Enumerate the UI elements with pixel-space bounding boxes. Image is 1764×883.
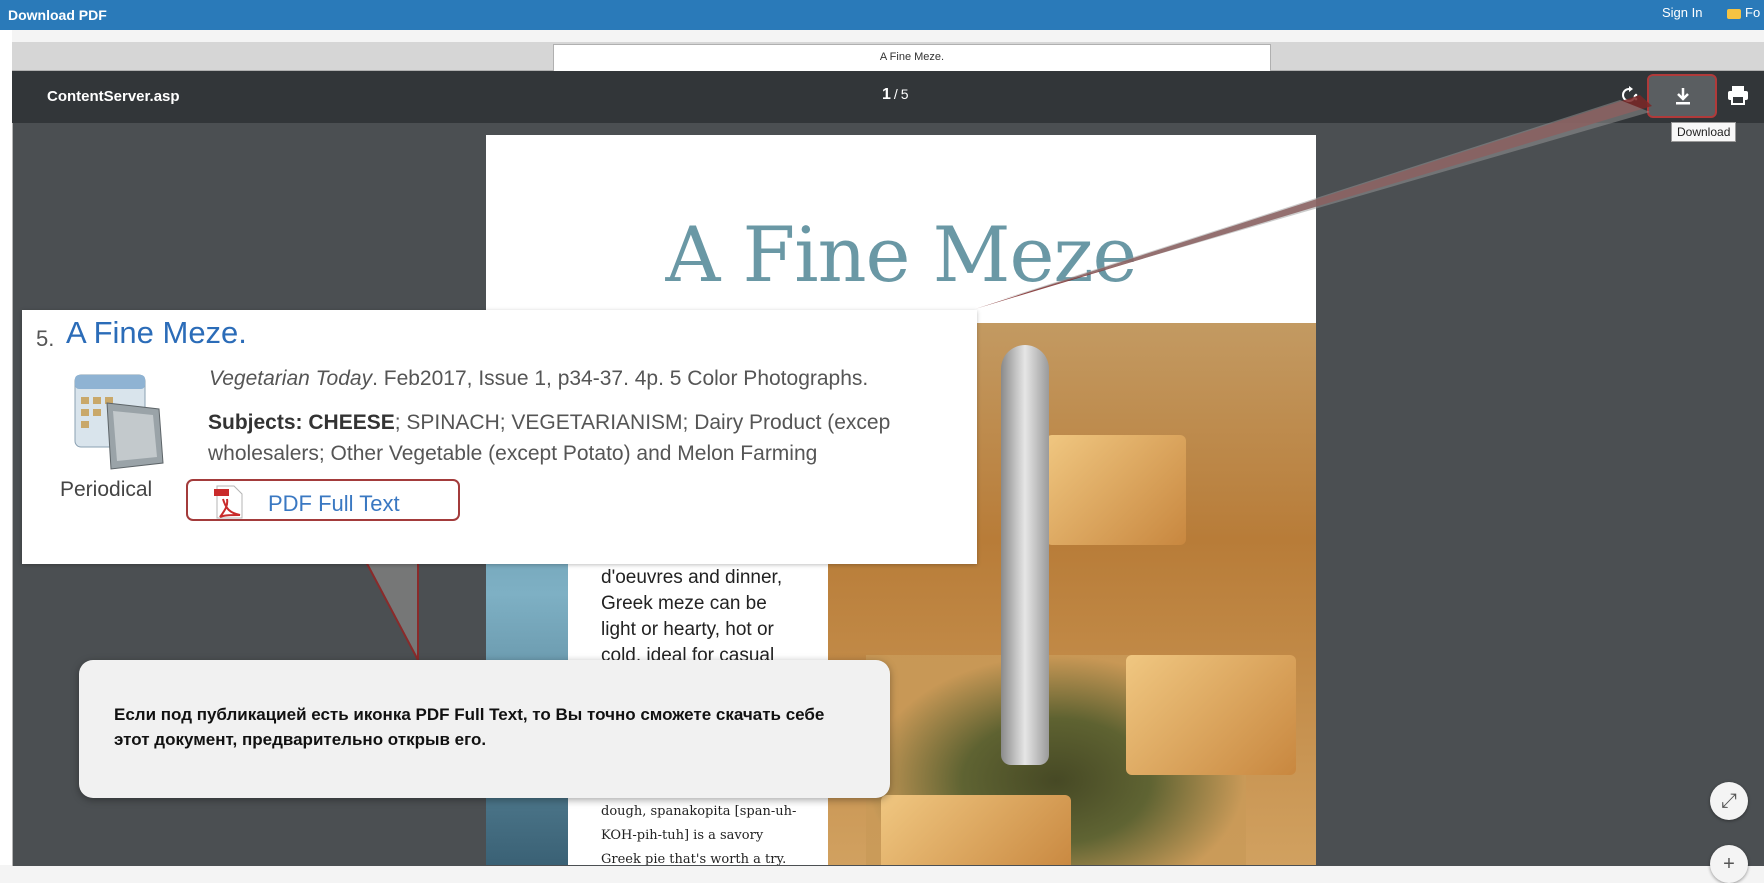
result-source: Vegetarian Today. Feb2017, Issue 1, p34-… (209, 367, 868, 391)
result-number: 5. (36, 326, 55, 351)
subject-first[interactable]: CHEESE (308, 411, 394, 434)
subjects-label: Subjects: (208, 411, 309, 434)
result-title[interactable]: A Fine Meze. (66, 315, 247, 351)
connector-download-shadow (1000, 100, 1650, 300)
pdf-link-label: PDF Full Text (268, 491, 400, 516)
source-details: . Feb2017, Issue 1, p34-37. 4p. 5 Color … (372, 367, 869, 390)
search-result: 5. A Fine Meze. Periodical Vegetarian To… (22, 310, 977, 564)
periodical-icon (74, 374, 164, 470)
zoom-in-button[interactable]: + (1710, 845, 1748, 883)
fit-page-button[interactable]: ⤢ (1710, 782, 1748, 820)
publication-name[interactable]: Vegetarian Today (209, 367, 372, 390)
result-subjects: Subjects: CHEESE; SPINACH; VEGETARIANISM… (208, 407, 978, 469)
pdf-icon (214, 485, 243, 519)
fit-page-icon: ⤢ (1721, 790, 1737, 812)
result-type: Periodical (60, 478, 153, 501)
callout-text: Если под публикацией есть иконка PDF Ful… (114, 705, 825, 749)
pdf-full-text-link[interactable]: PDF Full Text (186, 479, 460, 521)
zoom-in-icon: + (1723, 853, 1735, 875)
instruction-callout: Если под публикацией есть иконка PDF Ful… (79, 660, 890, 798)
